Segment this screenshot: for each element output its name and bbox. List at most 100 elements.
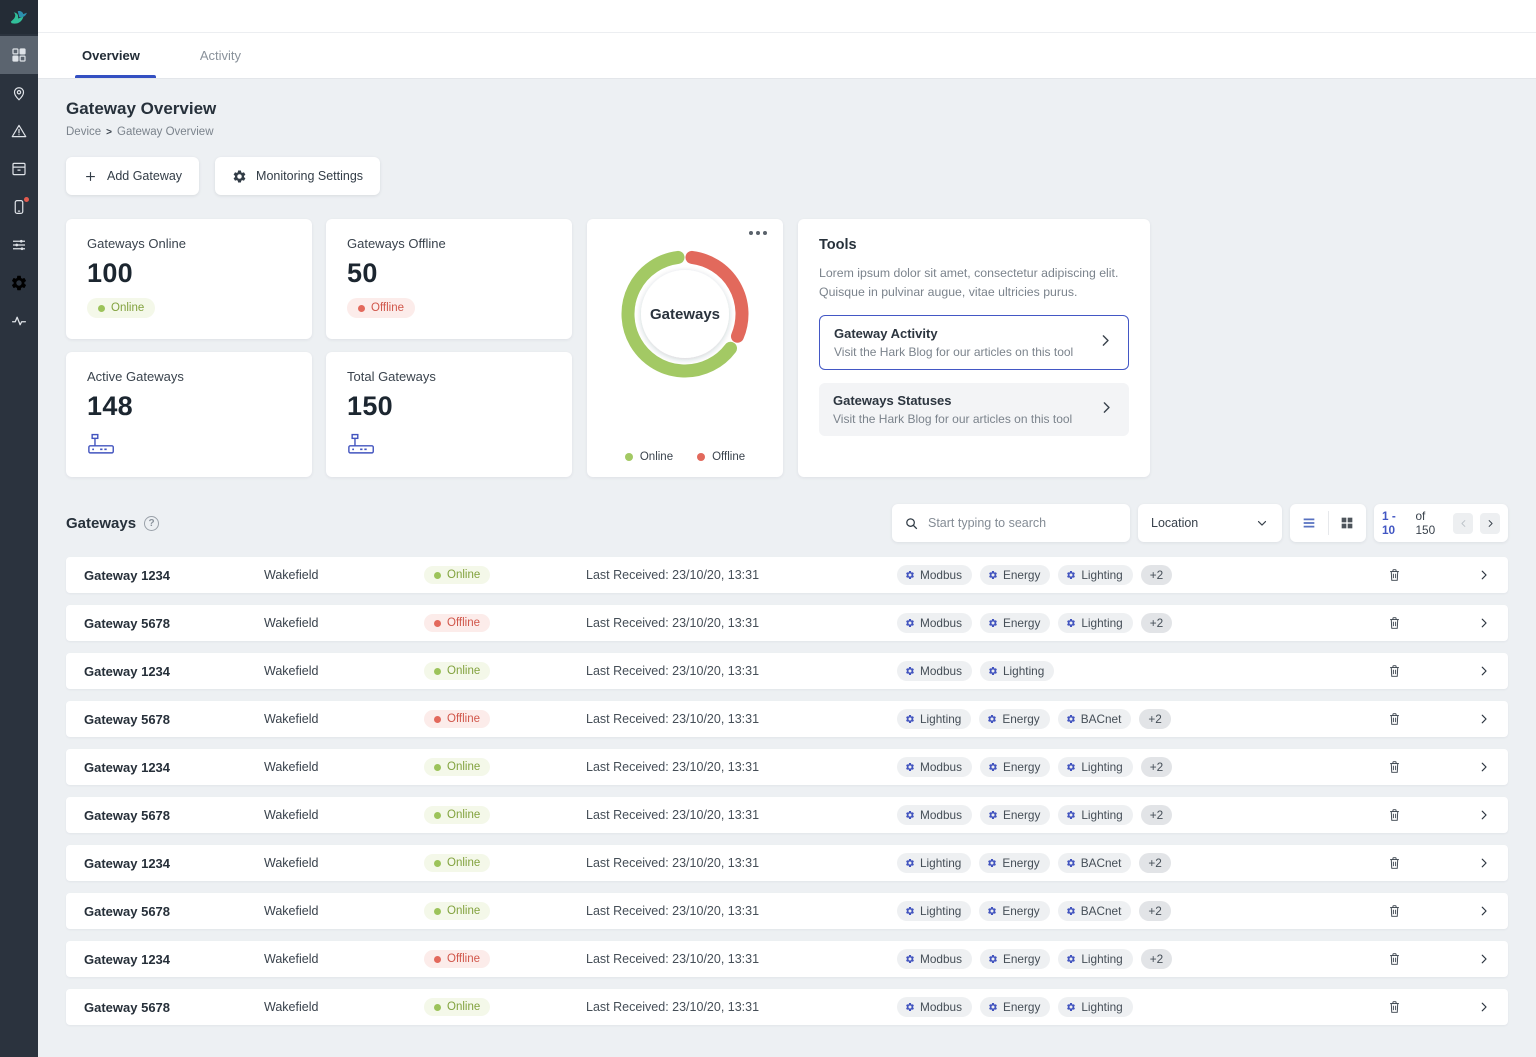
delete-icon[interactable]: [1384, 900, 1405, 922]
extra-tags-badge[interactable]: +2: [1140, 565, 1173, 585]
row-chevron-icon[interactable]: [1474, 757, 1494, 777]
row-chevron-icon[interactable]: [1474, 997, 1494, 1017]
chevron-left-icon: [1458, 518, 1469, 529]
gear-icon: [987, 858, 997, 868]
monitoring-settings-button[interactable]: Monitoring Settings: [215, 157, 381, 195]
tool-title: Gateway Activity: [834, 326, 938, 342]
pagination-total: of 150: [1415, 509, 1436, 537]
row-chevron-icon[interactable]: [1474, 901, 1494, 921]
gateway-name: Gateway 5678: [84, 903, 171, 919]
gateway-status-cell: Online: [424, 854, 586, 873]
tab-overview[interactable]: Overview: [75, 33, 156, 78]
gear-icon: [988, 1002, 998, 1012]
row-chevron-icon[interactable]: [1474, 613, 1494, 633]
add-gateway-button[interactable]: Add Gateway: [66, 157, 200, 195]
sidebar-item-alerts[interactable]: [0, 112, 38, 150]
stat-value: 100: [87, 258, 133, 288]
list-view-button[interactable]: [1290, 504, 1328, 542]
extra-tags-badge[interactable]: +2: [1139, 853, 1171, 873]
gear-icon: [1066, 762, 1076, 772]
delete-icon[interactable]: [1384, 804, 1405, 826]
table-row[interactable]: Gateway 1234 Wakefield Online Last Recei…: [66, 749, 1508, 785]
status-badge: Online: [424, 566, 491, 585]
gateway-location: Wakefield: [264, 712, 319, 726]
app-window: Overview Activity Gateway Overview Devic…: [0, 0, 1536, 1057]
status-badge: Offline: [424, 950, 491, 969]
table-row[interactable]: Gateway 5678 Wakefield Online Last Recei…: [66, 989, 1508, 1025]
row-chevron-icon[interactable]: [1474, 709, 1494, 729]
delete-icon[interactable]: [1384, 660, 1405, 682]
breadcrumb-parent[interactable]: Device: [66, 126, 101, 138]
next-page-button[interactable]: [1480, 512, 1500, 534]
extra-tags-badge[interactable]: +2: [1140, 613, 1173, 633]
extra-tags-badge[interactable]: +2: [1139, 901, 1171, 921]
delete-icon[interactable]: [1384, 612, 1405, 634]
card-menu-icon[interactable]: [745, 227, 771, 239]
status-badge: Online: [424, 806, 491, 825]
table-row[interactable]: Gateway 5678 Wakefield Offline Last Rece…: [66, 701, 1508, 737]
row-chevron-icon[interactable]: [1474, 661, 1494, 681]
tool-subtitle: Visit the Hark Blog for our articles on …: [833, 412, 1073, 427]
extra-tags-badge[interactable]: +2: [1140, 949, 1173, 969]
table-row[interactable]: Gateway 1234 Wakefield Online Last Recei…: [66, 653, 1508, 689]
extra-tags-badge[interactable]: +2: [1140, 757, 1173, 777]
tool-item-gateways-statuses[interactable]: Gateways Statuses Visit the Hark Blog fo…: [819, 383, 1129, 437]
table-row[interactable]: Gateway 5678 Wakefield Online Last Recei…: [66, 797, 1508, 833]
table-row[interactable]: Gateway 5678 Wakefield Online Last Recei…: [66, 893, 1508, 929]
archive-box-icon: [10, 160, 28, 178]
delete-icon[interactable]: [1384, 756, 1405, 778]
gateway-location: Wakefield: [264, 568, 319, 582]
row-chevron-icon[interactable]: [1474, 949, 1494, 969]
row-chevron-icon[interactable]: [1474, 565, 1494, 585]
gateway-location: Wakefield: [264, 616, 319, 630]
stat-value: 148: [87, 391, 133, 421]
sidebar-item-devices[interactable]: [0, 188, 38, 226]
grid-view-button[interactable]: [1329, 504, 1367, 542]
sidebar-item-dashboard[interactable]: [0, 36, 38, 74]
sidebar-item-settings[interactable]: [0, 264, 38, 302]
delete-icon[interactable]: [1384, 948, 1405, 970]
legend-dot-icon: [624, 453, 633, 461]
table-row[interactable]: Gateway 5678 Wakefield Offline Last Rece…: [66, 605, 1508, 641]
delete-icon[interactable]: [1384, 996, 1405, 1018]
tools-title: Tools: [819, 237, 857, 253]
sidebar-item-activity[interactable]: [0, 302, 38, 340]
tag-list: Modbus Lighting: [897, 661, 1334, 681]
gateway-location: Wakefield: [264, 856, 319, 870]
donut-legend: Online Offline: [624, 451, 745, 463]
row-chevron-icon[interactable]: [1474, 853, 1494, 873]
sidebar-item-locations[interactable]: [0, 74, 38, 112]
breadcrumb: Device > Gateway Overview: [66, 126, 1508, 138]
location-filter-dropdown[interactable]: Location: [1138, 504, 1282, 542]
gateway-status-cell: Online: [424, 566, 586, 585]
hark-bird-logo[interactable]: [0, 0, 38, 34]
gateway-status-cell: Offline: [424, 950, 586, 969]
table-row[interactable]: Gateway 1234 Wakefield Offline Last Rece…: [66, 941, 1508, 977]
status-dot-icon: [434, 619, 441, 627]
chevron-right-icon: [1485, 518, 1496, 529]
last-received: Last Received: 23/10/20, 13:31: [586, 712, 760, 726]
table-row[interactable]: Gateway 1234 Wakefield Online Last Recei…: [66, 557, 1508, 593]
sidebar-item-filters[interactable]: [0, 226, 38, 264]
delete-icon[interactable]: [1384, 852, 1405, 874]
extra-tags-badge[interactable]: +2: [1139, 709, 1171, 729]
row-chevron-icon[interactable]: [1474, 805, 1494, 825]
stat-label: Active Gateways: [87, 369, 184, 384]
search-input[interactable]: [928, 516, 1118, 530]
page-content: Gateway Overview Device > Gateway Overvi…: [38, 79, 1536, 1057]
delete-icon[interactable]: [1384, 708, 1405, 730]
help-icon[interactable]: ?: [144, 515, 160, 531]
protocol-tag: Energy: [979, 901, 1050, 921]
sidebar-item-archive[interactable]: [0, 150, 38, 188]
table-row[interactable]: Gateway 1234 Wakefield Online Last Recei…: [66, 845, 1508, 881]
pulse-icon: [10, 312, 28, 330]
tool-item-gateway-activity[interactable]: Gateway Activity Visit the Hark Blog for…: [819, 315, 1129, 371]
last-received: Last Received: 23/10/20, 13:31: [586, 1000, 760, 1014]
delete-icon[interactable]: [1384, 564, 1405, 586]
extra-tags-badge[interactable]: +2: [1140, 805, 1173, 825]
status-badge: Offline: [424, 614, 491, 633]
gateway-name: Gateway 5678: [84, 999, 171, 1015]
gateway-status-cell: Online: [424, 806, 586, 825]
tab-activity[interactable]: Activity: [196, 33, 245, 78]
previous-page-button[interactable]: [1453, 512, 1474, 534]
